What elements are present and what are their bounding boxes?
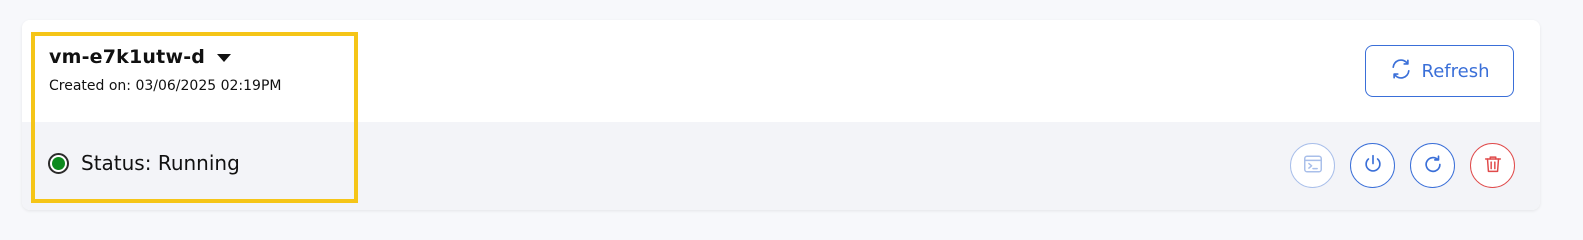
restart-button[interactable] bbox=[1410, 143, 1455, 188]
terminal-icon bbox=[1302, 153, 1324, 179]
status-row: Status: Running bbox=[48, 151, 240, 175]
power-button[interactable] bbox=[1350, 143, 1395, 188]
trash-icon bbox=[1482, 153, 1504, 179]
vm-name-row[interactable]: vm-e7k1utw-d bbox=[49, 46, 232, 68]
console-button[interactable] bbox=[1290, 143, 1335, 188]
refresh-label: Refresh bbox=[1421, 60, 1490, 82]
caret-down-icon[interactable] bbox=[217, 54, 232, 62]
vm-card-header bbox=[22, 20, 1540, 122]
status-indicator-icon bbox=[48, 152, 69, 174]
vm-name: vm-e7k1utw-d bbox=[49, 46, 206, 68]
refresh-icon bbox=[1390, 58, 1412, 85]
status-text: Status: Running bbox=[81, 151, 240, 175]
delete-button[interactable] bbox=[1470, 143, 1515, 188]
restart-icon bbox=[1422, 153, 1444, 179]
created-on-text: Created on: 03/06/2025 02:19PM bbox=[49, 78, 282, 94]
power-icon bbox=[1362, 153, 1384, 179]
refresh-button[interactable]: Refresh bbox=[1365, 45, 1514, 97]
